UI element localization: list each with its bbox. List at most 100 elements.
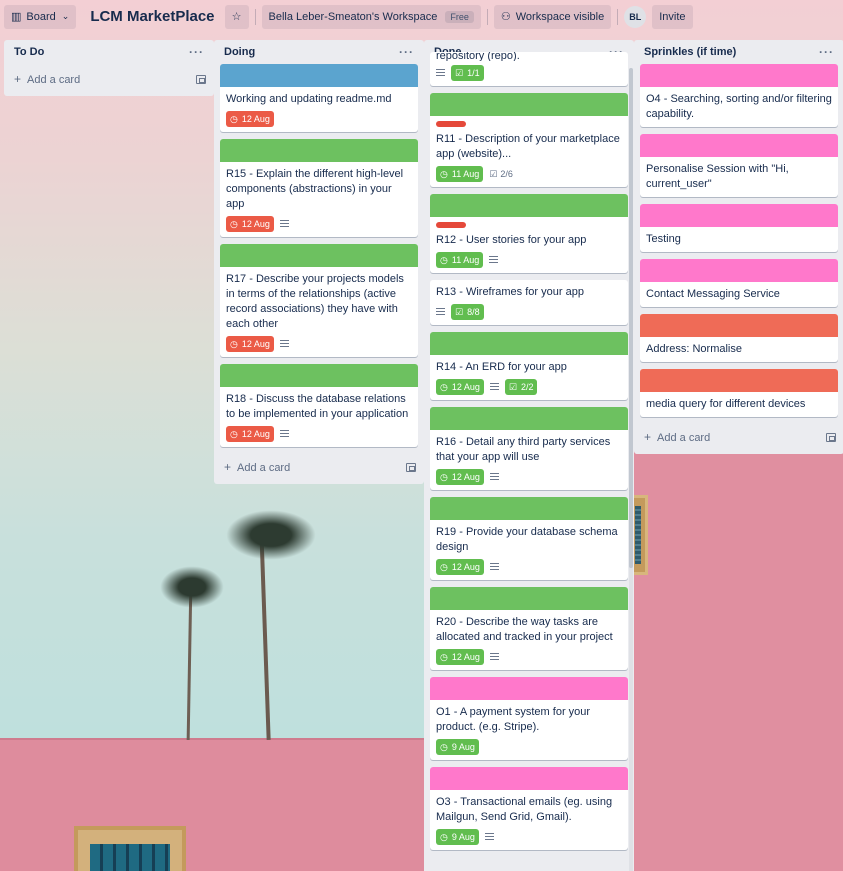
due-date-badge[interactable]: ◷ 12 Aug <box>226 111 274 127</box>
card-cover <box>430 93 628 116</box>
plus-icon: + <box>14 72 22 86</box>
background-window <box>74 826 186 871</box>
card[interactable]: R13 - Wireframes for your app ☑ 8/8 <box>430 280 628 325</box>
checklist-badge[interactable]: ☑ 8/8 <box>451 304 484 320</box>
card-cover <box>640 64 838 87</box>
header-divider <box>486 8 488 25</box>
add-card-button[interactable]: + Add a card <box>4 66 214 92</box>
card-label[interactable] <box>436 121 466 127</box>
description-icon <box>489 473 499 481</box>
clock-icon: ◷ <box>440 651 448 662</box>
due-date-badge[interactable]: ◷ 12 Aug <box>436 469 484 485</box>
card-title: Address: Normalise <box>646 343 742 355</box>
invite-button[interactable]: Invite <box>652 4 693 29</box>
card[interactable]: R15 - Explain the different high-level c… <box>220 139 418 237</box>
clock-icon: ◷ <box>440 561 448 572</box>
due-date: 12 Aug <box>241 219 270 229</box>
due-date-badge[interactable]: ◷ 12 Aug <box>436 649 484 665</box>
card[interactable]: R14 - An ERD for your app ◷ 12 Aug ☑ 2/2 <box>430 332 628 400</box>
due-date-badge[interactable]: ◷ 11 Aug <box>436 166 484 182</box>
palm-tree <box>186 584 193 741</box>
checklist-icon: ☑ <box>455 67 464 78</box>
card[interactable]: media query for different devices <box>640 369 838 417</box>
card[interactable]: O4 - Searching, sorting and/or filtering… <box>640 64 838 127</box>
list-header[interactable]: Doing ··· <box>214 40 424 64</box>
plus-icon: + <box>224 460 232 474</box>
checklist-badge[interactable]: ☑ 2/6 <box>489 169 513 180</box>
checklist-icon: ☑ <box>489 168 498 179</box>
due-date-badge[interactable]: ◷ 9 Aug <box>436 829 479 845</box>
add-card-button[interactable]: + Add a card <box>214 454 424 480</box>
card[interactable]: R19 - Provide your database schema desig… <box>430 497 628 580</box>
due-date: 9 Aug <box>451 832 475 842</box>
due-date-badge[interactable]: ◷ 11 Aug <box>436 252 484 268</box>
due-date: 11 Aug <box>451 255 480 265</box>
card[interactable]: R18 - Discuss the database relations to … <box>220 364 418 447</box>
card[interactable]: O3 - Transactional emails (eg. using Mai… <box>430 767 628 850</box>
card[interactable]: Working and updating readme.md ◷ 12 Aug <box>220 64 418 132</box>
checklist-badge[interactable]: ☑ 2/2 <box>504 379 538 395</box>
board-header: ▥ Board ⌄ LCM MarketPlace ☆ Bella Leber-… <box>0 0 843 33</box>
checklist-count: 2/6 <box>500 169 513 179</box>
card-title: R17 - Describe your projects models in t… <box>226 273 404 330</box>
due-date-badge[interactable]: ◷ 12 Aug <box>226 336 274 352</box>
board-view-label: Board <box>26 10 56 23</box>
clock-icon: ◷ <box>440 168 448 179</box>
card-label[interactable] <box>436 222 466 228</box>
list-header[interactable]: Sprinkles (if time) ··· <box>634 40 843 64</box>
card[interactable]: O1 - A payment system for your product. … <box>430 677 628 760</box>
palm-tree <box>259 529 271 741</box>
card[interactable]: repository (repo). ☑ 1/1 <box>430 52 628 86</box>
board-title[interactable]: LCM MarketPlace <box>90 8 214 25</box>
due-date: 12 Aug <box>451 472 480 482</box>
due-date-badge[interactable]: ◷ 12 Aug <box>436 559 484 575</box>
card-title: R16 - Detail any third party services th… <box>436 436 611 463</box>
more-icon[interactable]: ··· <box>189 45 204 59</box>
card[interactable]: Personalise Session with "Hi, current_us… <box>640 134 838 197</box>
description-icon <box>489 383 499 391</box>
due-date-badge[interactable]: ◷ 9 Aug <box>436 739 479 755</box>
workspace-button[interactable]: Bella Leber-Smeaton's Workspace Free <box>261 4 481 29</box>
add-card-label: Add a card <box>237 462 291 474</box>
description-icon <box>279 340 289 348</box>
card-title: O3 - Transactional emails (eg. using Mai… <box>436 796 613 823</box>
card[interactable]: R16 - Detail any third party services th… <box>430 407 628 490</box>
star-button[interactable]: ☆ <box>224 4 249 29</box>
checklist-count: 2/2 <box>520 382 534 392</box>
card-cover <box>640 259 838 282</box>
due-date: 12 Aug <box>451 652 480 662</box>
card-cover <box>430 767 628 790</box>
list-header[interactable]: To Do ··· <box>4 40 214 64</box>
clock-icon: ◷ <box>230 428 238 439</box>
card[interactable]: Contact Messaging Service <box>640 259 838 307</box>
board-view-button[interactable]: ▥ Board ⌄ <box>4 4 77 29</box>
card-cover <box>640 204 838 227</box>
card[interactable]: Address: Normalise <box>640 314 838 362</box>
card[interactable]: Testing <box>640 204 838 252</box>
card-cover <box>220 139 418 162</box>
due-date-badge[interactable]: ◷ 12 Aug <box>436 379 484 395</box>
avatar[interactable]: BL <box>624 5 647 28</box>
visibility-button[interactable]: ⚇ Workspace visible <box>493 4 612 29</box>
description-icon <box>436 308 445 316</box>
add-card-label: Add a card <box>657 432 711 444</box>
checklist-count: 1/1 <box>467 68 480 78</box>
card[interactable]: R12 - User stories for your app ◷ 11 Aug <box>430 194 628 273</box>
card-cover <box>640 314 838 337</box>
template-icon[interactable] <box>826 432 836 442</box>
card[interactable]: R11 - Description of your marketplace ap… <box>430 93 628 187</box>
more-icon[interactable]: ··· <box>399 45 414 59</box>
card[interactable]: R20 - Describe the way tasks are allocat… <box>430 587 628 670</box>
card-title: R20 - Describe the way tasks are allocat… <box>436 616 613 643</box>
palm-crown <box>226 510 316 560</box>
add-card-button[interactable]: + Add a card <box>634 424 843 450</box>
checklist-badge[interactable]: ☑ 1/1 <box>451 65 484 81</box>
more-icon[interactable]: ··· <box>819 45 834 59</box>
due-date-badge[interactable]: ◷ 12 Aug <box>226 426 274 442</box>
clock-icon: ◷ <box>230 338 238 349</box>
description-icon <box>489 256 499 264</box>
template-icon[interactable] <box>196 74 206 84</box>
due-date-badge[interactable]: ◷ 12 Aug <box>226 216 274 232</box>
card[interactable]: R17 - Describe your projects models in t… <box>220 244 418 357</box>
template-icon[interactable] <box>406 462 416 472</box>
